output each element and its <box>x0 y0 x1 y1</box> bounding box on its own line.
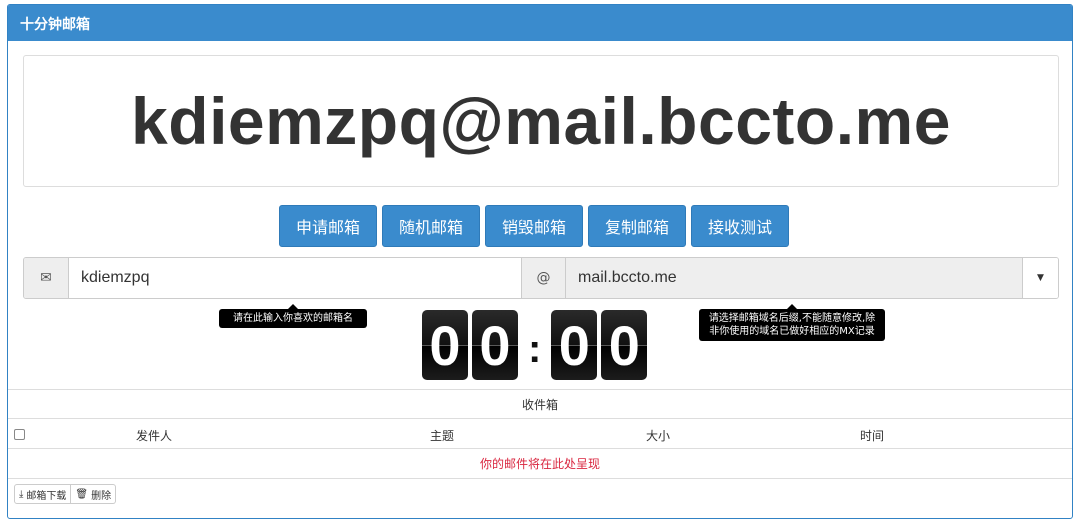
email-display: kdiemzpq@mail.bccto.me <box>23 55 1059 187</box>
email-address: kdiemzpq@mail.bccto.me <box>131 84 951 158</box>
domain-tooltip: 请选择邮箱域名后缀,不能随意修改,除非你使用的域名已做好相应的MX记录 <box>699 304 885 341</box>
download-label: 邮箱下载 <box>26 490 67 502</box>
timer-colon: : <box>528 326 542 371</box>
mailbox-input-group: ✉ kdiemzpq @ mail.bccto.me ▼ <box>23 257 1059 299</box>
at-symbol: @ <box>521 258 566 298</box>
apply-mailbox-button[interactable]: 申请邮箱 <box>278 205 377 247</box>
delete-label: 删除 <box>91 490 112 502</box>
action-buttons: 申请邮箱 随机邮箱 销毁邮箱 复制邮箱 接收测试 <box>8 205 1072 247</box>
empty-inbox-message: 你的邮件将在此处呈现 <box>8 449 1072 479</box>
timer-digit: 0 <box>422 310 468 380</box>
timer-digit: 0 <box>601 310 648 380</box>
panel-title: 十分钟邮箱 <box>8 5 1072 41</box>
countdown-timer: 0 0 : 0 0 <box>422 310 651 380</box>
destroy-mailbox-button[interactable]: 销毁邮箱 <box>484 205 583 247</box>
username-input[interactable]: kdiemzpq <box>69 258 521 298</box>
column-size[interactable]: 大小 <box>646 427 670 444</box>
delete-button[interactable]: 🗑 删除 <box>71 484 117 504</box>
inbox-title: 收件箱 <box>8 389 1072 419</box>
random-mailbox-button[interactable]: 随机邮箱 <box>381 205 480 247</box>
receive-test-button[interactable]: 接收测试 <box>691 205 790 247</box>
username-tooltip: 请在此输入你喜欢的邮箱名 <box>219 304 367 328</box>
inbox-toolbar: ⤓ 邮箱下载 🗑 删除 <box>14 484 117 504</box>
envelope-icon: ✉ <box>24 258 69 298</box>
timer-digit: 0 <box>472 310 518 380</box>
column-subject[interactable]: 主题 <box>430 427 454 444</box>
chevron-down-icon[interactable]: ▼ <box>1022 258 1058 298</box>
column-time[interactable]: 时间 <box>860 427 884 444</box>
inbox-table-header: 发件人 主题 大小 时间 <box>8 419 1072 449</box>
select-all-checkbox[interactable] <box>14 429 25 440</box>
mailbox-panel: 十分钟邮箱 kdiemzpq@mail.bccto.me 申请邮箱 随机邮箱 销… <box>7 4 1073 519</box>
domain-select[interactable]: mail.bccto.me <box>566 258 1022 298</box>
download-mailbox-button[interactable]: ⤓ 邮箱下载 <box>14 484 72 504</box>
timer-digit: 0 <box>551 310 598 380</box>
trash-icon: 🗑 <box>75 488 89 500</box>
column-sender[interactable]: 发件人 <box>136 427 172 444</box>
download-icon: ⤓ <box>19 488 24 500</box>
copy-mailbox-button[interactable]: 复制邮箱 <box>588 205 687 247</box>
